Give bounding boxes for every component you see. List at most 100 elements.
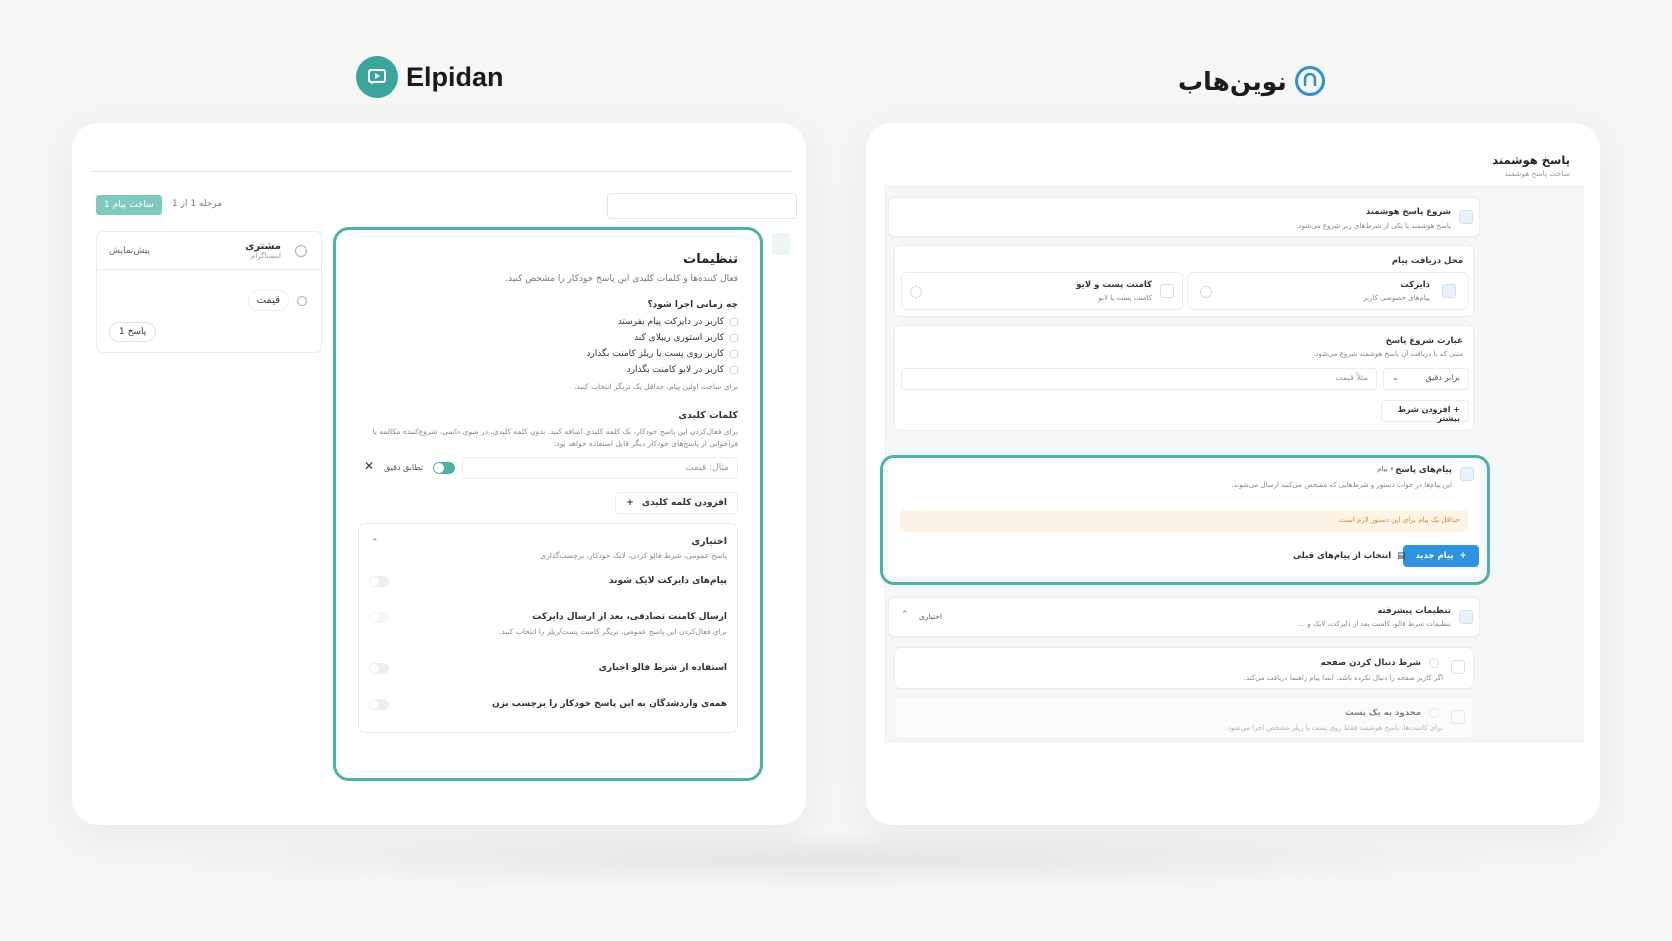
match-select[interactable]: برابر دقیق ⌄ bbox=[1383, 368, 1469, 390]
phrase-desc: متنی که با دریافت آن پاسخ هوشمند شروع می… bbox=[1313, 350, 1463, 358]
exact-match-toggle[interactable] bbox=[433, 462, 455, 474]
novinhub-logo: نوین‌هاب bbox=[1178, 66, 1325, 96]
elpidan-logo: Elpidan bbox=[356, 56, 504, 98]
pin-icon bbox=[1451, 710, 1465, 724]
match-select-label: برابر دقیق bbox=[1425, 373, 1460, 382]
gear-icon bbox=[1459, 610, 1473, 624]
chevron-up-icon[interactable]: ⌃ bbox=[901, 610, 909, 620]
build-message-button[interactable]: ساخت پیام 1 bbox=[96, 195, 162, 215]
when-question: چه زمانی اجرا شود؟ bbox=[647, 300, 738, 310]
document-icon bbox=[1451, 660, 1465, 674]
add-condition-label: افزودن شرط بیشتر bbox=[1397, 405, 1460, 423]
elpidan-logo-text: Elpidan bbox=[406, 61, 504, 92]
comment-label: کامنت پست و لایو bbox=[1076, 280, 1152, 290]
settings-panel: تنظیمات فعال کننده‌ها و کلمات کلیدی این … bbox=[333, 227, 763, 781]
flow-preview-panel: پیش‌نمایش مشتری اینستاگرام قیمت پاسخ 1 bbox=[96, 231, 322, 353]
checkbox[interactable] bbox=[730, 350, 738, 358]
price-chip[interactable]: قیمت bbox=[247, 290, 289, 311]
follow-desc: اگر کاربر صفحه را دنبال نکرده باشد، ابتد… bbox=[1243, 674, 1443, 682]
plus-icon: + bbox=[626, 498, 634, 508]
optional-label: اختیاری bbox=[919, 612, 943, 621]
limit-post-row[interactable]: محدود به یک پست برای کامنت‌ها، پاسخ هوشم… bbox=[894, 697, 1474, 739]
receive-section: محل دریافت پیام دایرکت پیام‌های خصوصی کا… bbox=[894, 245, 1474, 317]
random-comment-hint: برای فعال‌کردن این پاسخ عمومی، تریگر کام… bbox=[498, 627, 727, 636]
keyword-button-label: افزودن کلمه کلیدی bbox=[641, 498, 727, 508]
direct-option[interactable]: دایرکت پیام‌های خصوصی کاربر bbox=[1187, 272, 1469, 310]
phrase-title: عبارت شروع پاسخ bbox=[1385, 336, 1463, 346]
follow-title: شرط دنبال کردن صفحه bbox=[1320, 658, 1421, 668]
direct-label: دایرکت bbox=[1400, 280, 1430, 290]
advanced-section[interactable]: تنظیمات پیشرفته تنظیمات شرط فالو، کامنت … bbox=[888, 597, 1480, 637]
add-condition-button[interactable]: + افزودن شرط بیشتر bbox=[1381, 400, 1469, 423]
side-tab-stub[interactable] bbox=[772, 233, 790, 255]
direct-sub: پیام‌های خصوصی کاربر bbox=[1363, 294, 1430, 302]
page-title: پاسخ هوشمند bbox=[1492, 153, 1570, 167]
limit-title: محدود به یک پست bbox=[1345, 708, 1421, 718]
comment-radio[interactable] bbox=[910, 286, 922, 298]
follow-condition-option: استفاده از شرط فالو اجباری bbox=[598, 663, 727, 673]
keywords-description: برای فعال‌کردن این پاسخ خودکار، یک کلمه … bbox=[372, 427, 738, 448]
phrase-input-placeholder: مثلاً قیمت bbox=[1335, 373, 1368, 382]
reply-chip[interactable]: پاسخ 1 bbox=[109, 322, 157, 342]
preview-label[interactable]: پیش‌نمایش bbox=[109, 246, 150, 256]
trigger-label: کاربر استوری ریپلای کند bbox=[634, 333, 724, 343]
keywords-title: کلمات کلیدی bbox=[678, 410, 738, 421]
receive-title: محل دریافت پیام bbox=[1391, 256, 1463, 266]
message-icon bbox=[1442, 284, 1456, 298]
like-dm-toggle[interactable] bbox=[369, 576, 389, 587]
follow-condition-toggle[interactable] bbox=[369, 663, 389, 674]
exact-match-label: تطابق دقیق bbox=[384, 463, 424, 472]
plus-icon: + bbox=[1453, 405, 1460, 414]
user-icon bbox=[295, 245, 307, 257]
limit-checkbox[interactable] bbox=[1429, 708, 1439, 718]
top-search-box[interactable] bbox=[607, 193, 797, 219]
n-mark-icon bbox=[1294, 66, 1325, 96]
flow-header: پیش‌نمایش مشتری اینستاگرام bbox=[97, 232, 321, 270]
trigger-option-live[interactable]: کاربر در لایو کامنت بگذارد bbox=[627, 365, 738, 375]
keyword-input[interactable]: مثال: قیمت bbox=[462, 457, 738, 479]
user-icon bbox=[297, 296, 307, 306]
elpidan-card: ساخت پیام 1 مرحله 1 از 1 پیش‌نمایش مشتری… bbox=[72, 123, 806, 825]
start-desc: پاسخ هوشمند با یکی از شرط‌های زیر شروع م… bbox=[1296, 222, 1451, 230]
page-subtitle: ساخت پاسخ هوشمند bbox=[1504, 169, 1571, 178]
start-section: شروع پاسخ هوشمند پاسخ هوشمند با یکی از ش… bbox=[888, 197, 1480, 237]
limit-desc: برای کامنت‌ها، پاسخ هوشمند فقط روی پست ی… bbox=[1225, 724, 1443, 732]
checkbox[interactable] bbox=[730, 366, 738, 374]
trigger-option-post[interactable]: کاربر روی پست یا ریلز کامنت بگذارد bbox=[586, 349, 738, 359]
optional-section: اختیاری پاسخ عمومی، شرط فالو کردن، لایک … bbox=[358, 523, 738, 733]
customer-sub: اینستاگرام bbox=[251, 252, 281, 260]
comment-option[interactable]: کامنت پست و لایو کامنت پست یا لایو bbox=[901, 272, 1183, 310]
messages-highlight-frame bbox=[880, 455, 1490, 585]
checkbox[interactable] bbox=[730, 334, 738, 342]
phrase-input[interactable]: مثلاً قیمت bbox=[901, 368, 1377, 390]
chevron-down-icon: ⌄ bbox=[1392, 373, 1399, 382]
advanced-desc: تنظیمات شرط فالو، کامنت بعد از دایرکت، ل… bbox=[1298, 620, 1451, 628]
comment-sub: کامنت پست یا لایو bbox=[1098, 294, 1152, 302]
add-keyword-button[interactable]: افزودن کلمه کلیدی + bbox=[615, 492, 738, 514]
customer-node: مشتری اینستاگرام bbox=[245, 241, 281, 260]
trigger-option-dm[interactable]: کاربر در دایرکت پیام بفرستد bbox=[618, 317, 738, 327]
follow-condition-row[interactable]: شرط دنبال کردن صفحه اگر کاربر صفحه را دن… bbox=[894, 647, 1474, 689]
phrase-section: عبارت شروع پاسخ متنی که با دریافت آن پاس… bbox=[894, 325, 1474, 431]
direct-radio[interactable] bbox=[1200, 286, 1212, 298]
tag-users-toggle[interactable] bbox=[369, 699, 389, 710]
close-icon[interactable]: ✕ bbox=[364, 459, 374, 473]
sparkle-icon bbox=[1459, 210, 1473, 224]
play-chat-icon bbox=[356, 56, 398, 98]
customer-label: مشتری bbox=[245, 241, 281, 252]
trigger-option-story[interactable]: کاربر استوری ریپلای کند bbox=[634, 333, 738, 343]
random-comment-toggle[interactable] bbox=[369, 612, 389, 623]
floor-shadow bbox=[120, 830, 1550, 890]
novinhub-logo-text: نوین‌هاب bbox=[1178, 66, 1287, 96]
checkbox[interactable] bbox=[730, 318, 738, 326]
chevron-up-icon[interactable]: ⌃ bbox=[371, 538, 379, 548]
trigger-label: کاربر در دایرکت پیام بفرستد bbox=[617, 317, 724, 327]
like-dm-option: پیام‌های دایرکت لایک شوند bbox=[608, 576, 727, 586]
start-title: شروع پاسخ هوشمند bbox=[1365, 207, 1451, 217]
trigger-label: کاربر روی پست یا ریلز کامنت بگذارد bbox=[586, 349, 724, 359]
optional-subtitle: پاسخ عمومی، شرط فالو کردن، لایک خودکار، … bbox=[540, 551, 727, 560]
trigger-label: کاربر در لایو کامنت بگذارد bbox=[626, 365, 724, 375]
follow-checkbox[interactable] bbox=[1429, 658, 1439, 668]
settings-subtitle: فعال کننده‌ها و کلمات کلیدی این پاسخ خود… bbox=[505, 274, 738, 284]
top-divider bbox=[90, 171, 792, 172]
